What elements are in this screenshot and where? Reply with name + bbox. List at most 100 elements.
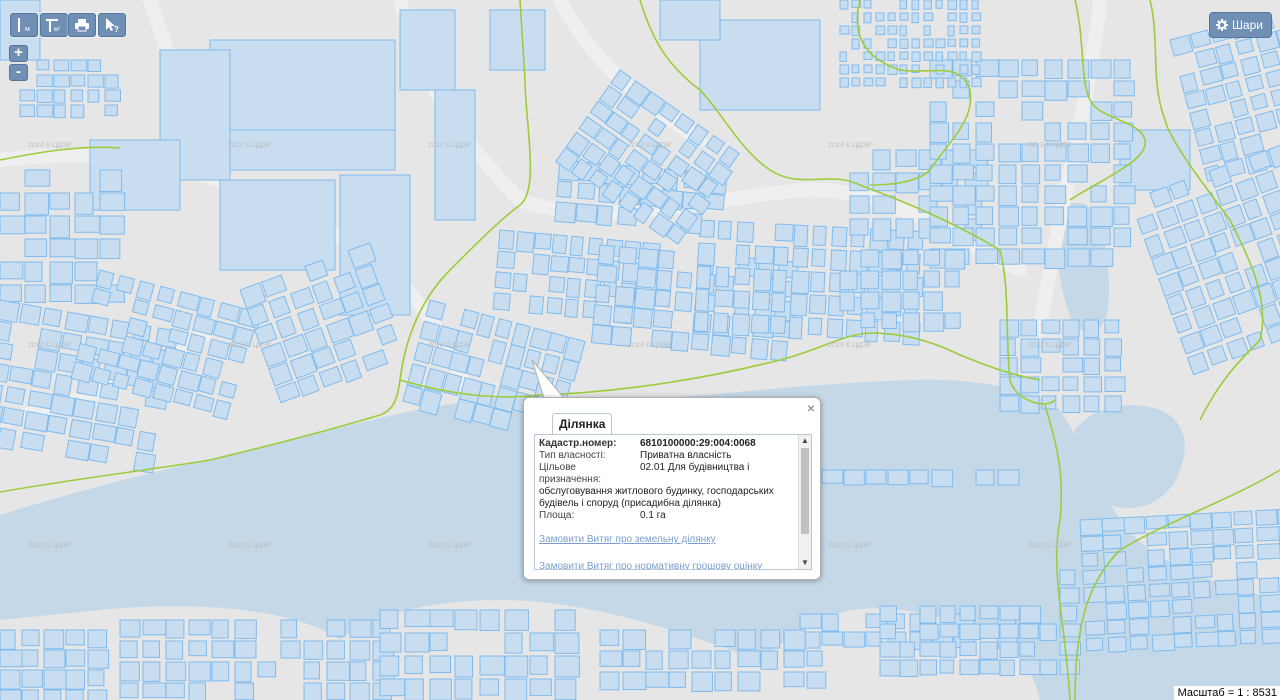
parcel[interactable] xyxy=(554,678,577,700)
parcel[interactable] xyxy=(1171,598,1193,615)
parcel[interactable] xyxy=(257,661,277,678)
parcel[interactable] xyxy=(425,299,447,321)
parcel[interactable] xyxy=(43,669,67,690)
parcel[interactable] xyxy=(119,619,141,638)
parcel[interactable] xyxy=(21,629,40,647)
parcel[interactable] xyxy=(70,59,88,72)
popup-scrollbar[interactable]: ▲ ▼ xyxy=(798,435,811,569)
parcel[interactable] xyxy=(1062,357,1084,373)
parcel[interactable] xyxy=(74,215,101,233)
parcel[interactable] xyxy=(998,227,1018,246)
parcel[interactable] xyxy=(1194,614,1216,629)
parcel[interactable] xyxy=(1214,579,1239,596)
parcel[interactable] xyxy=(1170,581,1190,599)
parcel[interactable] xyxy=(592,304,613,327)
parcel[interactable] xyxy=(504,609,529,631)
parcel[interactable] xyxy=(8,365,34,385)
parcel[interactable] xyxy=(1128,618,1150,636)
parcel[interactable] xyxy=(303,682,322,700)
parcel[interactable] xyxy=(504,632,523,654)
parcel[interactable] xyxy=(860,270,879,290)
parcel[interactable] xyxy=(881,312,897,329)
parcel[interactable] xyxy=(1067,59,1090,79)
parcel[interactable] xyxy=(734,267,751,286)
parcel[interactable] xyxy=(70,74,86,87)
parcel[interactable] xyxy=(899,64,908,75)
measure-area-button[interactable]: м² xyxy=(40,13,68,37)
popup-close-button[interactable]: × xyxy=(807,401,815,415)
parcel[interactable] xyxy=(429,609,454,628)
parcel[interactable] xyxy=(1261,627,1280,645)
parcel[interactable] xyxy=(43,689,62,700)
parcel[interactable] xyxy=(634,287,657,310)
parcel[interactable] xyxy=(1168,530,1189,550)
parcel[interactable] xyxy=(902,312,920,333)
parcel[interactable] xyxy=(935,77,944,89)
parcel[interactable] xyxy=(872,149,891,171)
parcel[interactable] xyxy=(1107,636,1127,653)
parcel[interactable] xyxy=(947,77,957,88)
parcel[interactable] xyxy=(1020,357,1042,373)
parcel[interactable] xyxy=(790,270,810,295)
parcel[interactable] xyxy=(234,661,252,683)
identify-button[interactable]: ? xyxy=(98,13,126,37)
parcel[interactable] xyxy=(1090,206,1113,227)
parcel[interactable] xyxy=(156,364,179,387)
parcel[interactable] xyxy=(234,619,257,640)
parcel[interactable] xyxy=(546,296,563,315)
parcel[interactable] xyxy=(0,299,21,323)
parcel[interactable] xyxy=(691,650,712,669)
parcel[interactable] xyxy=(404,609,431,628)
parcel[interactable] xyxy=(548,276,566,294)
parcel[interactable] xyxy=(24,238,48,257)
parcel[interactable] xyxy=(863,12,872,24)
parcel[interactable] xyxy=(998,80,1018,99)
parcel[interactable] xyxy=(652,309,674,329)
parcel[interactable] xyxy=(821,613,839,632)
parcel[interactable] xyxy=(998,59,1019,78)
parcel[interactable] xyxy=(224,129,396,171)
parcel[interactable] xyxy=(402,384,424,406)
parcel[interactable] xyxy=(860,249,880,268)
parcel[interactable] xyxy=(821,631,843,646)
parcel[interactable] xyxy=(1257,543,1280,560)
parcel[interactable] xyxy=(730,336,747,355)
parcel[interactable] xyxy=(959,38,969,48)
parcel[interactable] xyxy=(1083,357,1100,375)
parcel[interactable] xyxy=(843,631,865,648)
parcel[interactable] xyxy=(839,0,849,10)
parcel[interactable] xyxy=(1083,319,1099,338)
parcel[interactable] xyxy=(1067,122,1087,140)
parcel[interactable] xyxy=(645,650,663,670)
parcel[interactable] xyxy=(556,180,573,199)
parcel[interactable] xyxy=(971,38,981,48)
parcel[interactable] xyxy=(831,226,848,248)
scroll-thumb[interactable] xyxy=(801,448,809,534)
parcel[interactable] xyxy=(1233,510,1253,526)
parcel[interactable] xyxy=(923,291,943,311)
parcel[interactable] xyxy=(947,0,957,10)
parcel[interactable] xyxy=(773,246,789,266)
parcel[interactable] xyxy=(676,271,693,289)
parcel[interactable] xyxy=(65,439,92,462)
parcel[interactable] xyxy=(979,641,998,660)
parcel[interactable] xyxy=(863,0,872,9)
parcel[interactable] xyxy=(0,649,24,668)
parcel[interactable] xyxy=(659,0,721,41)
parcel[interactable] xyxy=(87,74,104,88)
parcel[interactable] xyxy=(1127,601,1150,619)
parcel[interactable] xyxy=(947,12,957,22)
parcel[interactable] xyxy=(622,650,641,667)
parcel[interactable] xyxy=(1213,545,1232,560)
parcel[interactable] xyxy=(70,89,83,102)
parcel[interactable] xyxy=(939,641,957,658)
parcel[interactable] xyxy=(1113,185,1136,205)
measure-length-button[interactable]: м xyxy=(10,13,38,37)
parcel[interactable] xyxy=(599,650,623,667)
parcel[interactable] xyxy=(188,661,212,682)
parcel[interactable] xyxy=(612,305,634,324)
parcel[interactable] xyxy=(944,249,966,270)
tab-parcel[interactable]: Ділянка xyxy=(552,413,613,434)
parcel[interactable] xyxy=(209,39,396,131)
parcel[interactable] xyxy=(760,629,781,649)
